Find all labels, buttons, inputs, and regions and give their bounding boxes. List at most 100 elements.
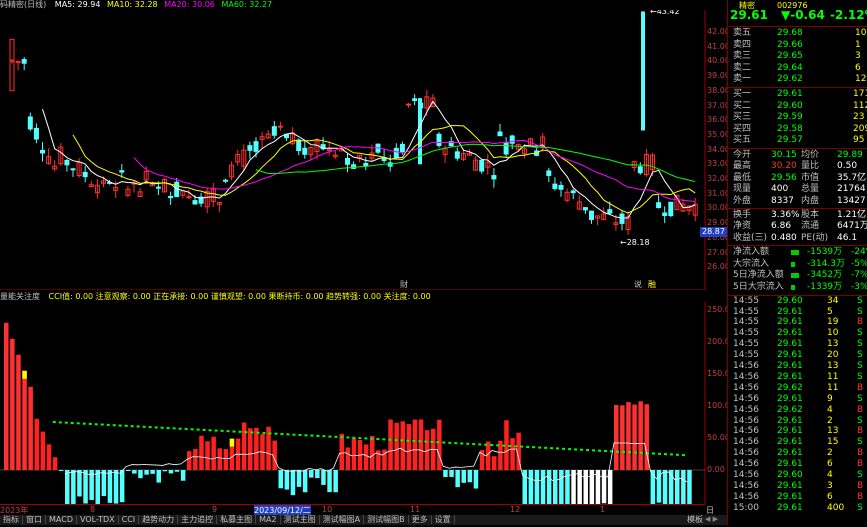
tick-volume: 9: [827, 393, 833, 404]
tab-0[interactable]: 指标: [0, 515, 23, 524]
tick-row: 14:56 29.60 4 S: [727, 470, 867, 481]
indicator-bar: [10, 338, 15, 470]
tab-4[interactable]: CCI: [118, 515, 140, 524]
indicator-bar: [174, 470, 180, 472]
candle-body: [363, 162, 369, 167]
tick-price: 29.61: [777, 437, 803, 448]
flow-row: 5日大宗流入 -1339万 -3%: [727, 282, 867, 293]
stat-value: 6471万: [837, 221, 867, 232]
bid-price: 29.57: [777, 135, 803, 146]
tick-price: 29.61: [777, 502, 803, 513]
indicator-bar: [156, 470, 161, 483]
candlestick-chart[interactable]: ←43.42 ←28.18 财 说融: [0, 10, 727, 290]
tab-9[interactable]: 测试主图: [280, 515, 320, 524]
tick-price: 29.61: [777, 361, 803, 371]
tick-side: B: [857, 480, 864, 491]
tick-price: 29.61: [777, 317, 803, 328]
tab-13[interactable]: 设置: [431, 515, 455, 524]
tick-volume: 11: [827, 371, 839, 382]
indicator-bar: [614, 404, 619, 470]
tick-price: 29.61: [777, 480, 803, 491]
indicator-bar: [406, 424, 412, 470]
tick-time: 14:56: [733, 382, 759, 393]
tab-6[interactable]: 主力追控: [178, 515, 218, 524]
stat-label: 现量: [733, 184, 752, 195]
indicator-bar: [71, 470, 76, 504]
tick-row: 14:56 29.61 6 B: [727, 459, 867, 470]
panel-scrollbar[interactable]: ◀ ▶: [705, 515, 727, 525]
stat-label: 内盘: [801, 195, 820, 206]
tab-11[interactable]: 测试幅图B: [364, 515, 409, 524]
ask-price: 29.65: [777, 51, 803, 62]
indicator-bar: [241, 422, 247, 470]
bid-row: 买三 29.59 23: [727, 112, 867, 123]
candle-body: [9, 38, 15, 92]
stat-value: 1.21亿: [837, 210, 867, 220]
indicator-header: 量能关注度 CCI值: 0.00 注意观察: 0.00 正在承接: 0.00 谨…: [0, 292, 705, 302]
ask-volume: 1: [855, 39, 861, 50]
tick-row: 14:55 29.61 13 S: [727, 339, 867, 350]
candle-body: [155, 186, 161, 189]
price-summary: 29.61 ▼-0.64 -2.12%: [727, 9, 867, 26]
event-marker: 财: [400, 279, 408, 289]
bid-row: 买五 29.57 95: [727, 135, 867, 146]
tab-7[interactable]: 私募主图: [217, 515, 257, 524]
tab-3[interactable]: VOL-TDX: [76, 515, 119, 524]
tab-10[interactable]: 测试幅图A: [319, 515, 365, 524]
indicator-bar: [180, 470, 186, 481]
indicator-bar: [211, 436, 216, 470]
indicator-bar: [473, 470, 479, 489]
ask-label: 卖一: [733, 74, 752, 85]
bid-volume: 112: [853, 100, 867, 111]
stat-label: PE(动): [801, 232, 829, 243]
tab-1[interactable]: 窗口: [23, 515, 46, 524]
indicator-bar: [345, 447, 351, 470]
tick-volume: 11: [827, 382, 839, 393]
current-price-tag: 28.87: [700, 227, 727, 237]
tick-side: S: [857, 415, 863, 426]
candle-body: [82, 171, 88, 178]
indicator-bar: [412, 419, 418, 470]
tick-side: S: [857, 371, 863, 382]
candle-body: [393, 147, 399, 158]
ask-row: 卖一 29.62 12: [727, 74, 867, 85]
indicator-bar: [461, 470, 466, 483]
tick-volume: 15: [827, 437, 839, 448]
indicator-bar: [22, 370, 27, 470]
separator: [727, 26, 867, 27]
tab-2[interactable]: MACD: [46, 515, 77, 524]
indicator-chart[interactable]: [0, 302, 727, 504]
stat-row: 收益(三) 0.480 PE(动) 46.1: [727, 233, 867, 244]
tick-row: 14:56 29.61 9 S: [727, 394, 867, 405]
tab-12[interactable]: 更多: [408, 515, 432, 524]
candle-body: [641, 11, 645, 131]
tick-volume: 2: [827, 415, 833, 426]
indicator-bar: [101, 470, 107, 497]
tick-side: S: [857, 339, 863, 350]
indicator-bar: [162, 470, 168, 472]
tab-8[interactable]: MA2: [256, 515, 281, 524]
indicator-bar: [510, 438, 515, 470]
tick-time: 14:56: [733, 371, 759, 382]
indicator-bar: [132, 470, 137, 474]
ma10-line: [72, 125, 696, 214]
tick-volume: 4: [827, 470, 833, 480]
chart-area[interactable]: 码精密(日线) MA5: 29.94 MA10: 32.28 MA20: 30.…: [0, 0, 735, 526]
indicator-bar: [522, 470, 527, 504]
tick-side: B: [857, 448, 864, 459]
indicator-bar: [296, 470, 302, 487]
indicator-bar: [138, 470, 143, 479]
bid-volume: 23: [853, 112, 865, 123]
bid-label: 买二: [733, 100, 752, 111]
indicator-bar: [284, 470, 290, 490]
tick-time: 14:55: [733, 328, 759, 339]
indicator-bar: [315, 470, 320, 479]
tick-row: 14:56 29.61 13 B: [727, 426, 867, 437]
indicator-bar: [119, 470, 125, 503]
tab-5[interactable]: 趋势动力: [139, 515, 179, 524]
ask-price: 29.66: [777, 39, 803, 50]
tick-price: 29.61: [777, 350, 803, 361]
template-tab[interactable]: 模板: [684, 515, 706, 525]
indicator-bar: [540, 470, 546, 504]
tick-side: S: [857, 470, 863, 480]
